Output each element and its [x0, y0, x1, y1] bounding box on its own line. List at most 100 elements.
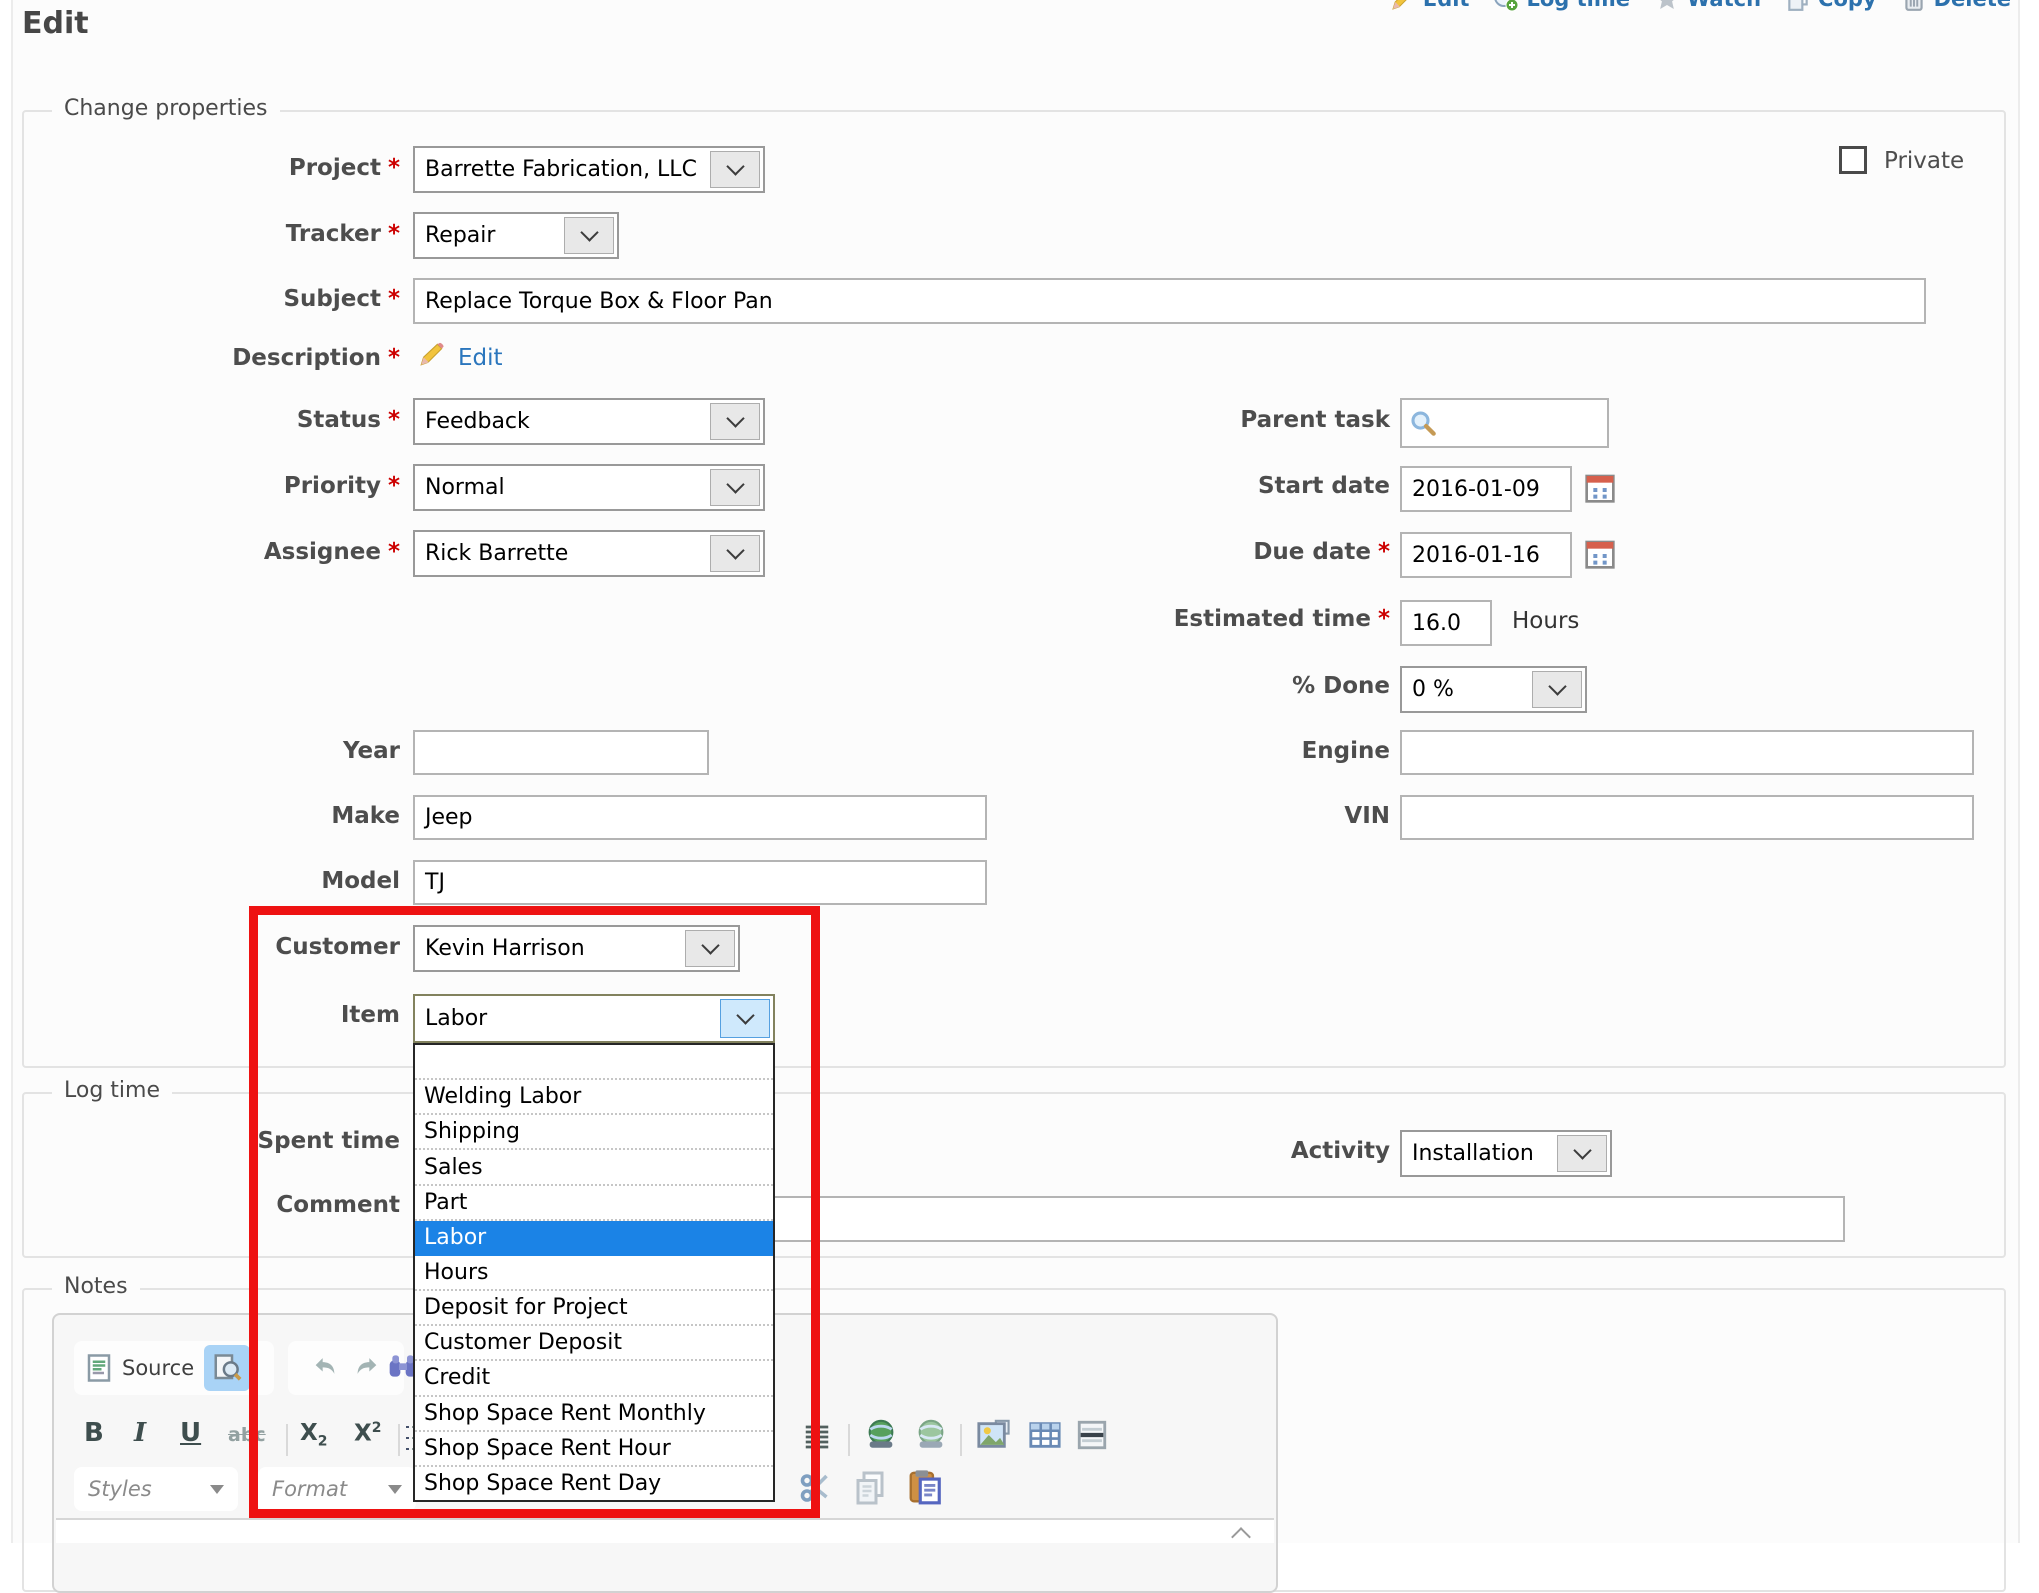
percent-done-select[interactable]: 0 %	[1400, 666, 1587, 713]
dropdown-option[interactable]: Shop Space Rent Hour	[415, 1432, 773, 1467]
insert-table-button[interactable]	[1026, 1418, 1064, 1452]
dropdown-option[interactable]: Customer Deposit	[415, 1326, 773, 1361]
subscript-button[interactable]: X2	[300, 1420, 327, 1450]
start-date-label: Start date	[990, 473, 1390, 499]
context-watch-link[interactable]: Watch	[1654, 0, 1761, 12]
format-dropdown[interactable]: Format	[258, 1467, 416, 1511]
assignee-select[interactable]: Rick Barrette	[413, 530, 765, 577]
context-copy-link[interactable]: Copy	[1785, 0, 1877, 12]
due-date-label: Due date*	[990, 539, 1390, 565]
dropdown-option[interactable]: Credit	[415, 1361, 773, 1396]
dropdown-option-selected[interactable]: Labor	[415, 1221, 773, 1256]
item-label: Item	[0, 1002, 400, 1028]
chevron-down-icon	[210, 1485, 224, 1494]
vin-input[interactable]	[1400, 795, 1974, 840]
italic-button[interactable]: I	[134, 1418, 146, 1448]
scissors-icon	[798, 1470, 834, 1506]
insert-image-button[interactable]	[974, 1418, 1012, 1452]
model-input[interactable]: TJ	[413, 860, 987, 905]
calendar-icon[interactable]	[1584, 538, 1616, 574]
editor-content-area[interactable]	[56, 1520, 1274, 1543]
page-title: Edit	[22, 6, 89, 41]
comment-label: Comment	[0, 1192, 400, 1218]
activity-select[interactable]: Installation	[1400, 1130, 1612, 1177]
model-label: Model	[0, 868, 400, 894]
start-date-input[interactable]: 2016-01-09	[1400, 466, 1572, 512]
subject-input[interactable]: Replace Torque Box & Floor Pan	[413, 278, 1926, 324]
context-delete-link[interactable]: Delete	[1901, 0, 2011, 12]
table-icon	[1026, 1418, 1064, 1452]
calendar-icon[interactable]	[1584, 472, 1616, 508]
context-toolbar: Edit Log time Watch Copy Delete	[1390, 0, 2011, 12]
image-icon	[974, 1418, 1012, 1452]
undo-icon	[309, 1354, 341, 1382]
assignee-label: Assignee*	[0, 539, 400, 565]
dropdown-option[interactable]: Shop Space Rent Monthly	[415, 1397, 773, 1432]
paste-button[interactable]	[906, 1468, 944, 1506]
copy-pages-icon	[852, 1470, 888, 1506]
status-label: Status*	[0, 407, 400, 433]
justify-block-button[interactable]	[800, 1422, 834, 1452]
spent-time-label: Spent time	[0, 1128, 400, 1154]
horizontal-rule-button[interactable]	[1074, 1418, 1110, 1452]
customer-label: Customer	[0, 934, 400, 960]
estimated-time-input[interactable]: 16.0	[1400, 600, 1492, 646]
chevron-down-icon	[564, 217, 614, 254]
chevron-down-icon	[1557, 1135, 1607, 1172]
dropdown-option[interactable]: Shipping	[415, 1115, 773, 1150]
parent-task-input[interactable]	[1400, 398, 1609, 448]
project-select[interactable]: Barrette Fabrication, LLC	[413, 146, 765, 193]
year-input[interactable]	[413, 730, 709, 775]
bold-button[interactable]: B	[84, 1418, 104, 1448]
engine-label: Engine	[990, 738, 1390, 764]
search-icon	[1408, 408, 1438, 438]
dropdown-option[interactable]: Deposit for Project	[415, 1291, 773, 1326]
estimated-time-suffix: Hours	[1512, 608, 1579, 634]
activity-label: Activity	[990, 1138, 1390, 1164]
due-date-input[interactable]: 2016-01-16	[1400, 532, 1572, 578]
cut-button[interactable]	[798, 1470, 834, 1506]
undo-button[interactable]	[309, 1354, 341, 1382]
context-edit-link[interactable]: Edit	[1390, 0, 1470, 12]
editor-source-group: Source	[74, 1341, 274, 1395]
strikethrough-button[interactable]: abc	[228, 1424, 266, 1446]
description-edit-link[interactable]: Edit	[458, 345, 503, 371]
priority-label: Priority*	[0, 473, 400, 499]
unlink-button[interactable]	[912, 1418, 950, 1452]
superscript-button[interactable]: X2	[354, 1420, 381, 1447]
link-globe-icon	[862, 1418, 900, 1452]
chevron-down-icon	[1532, 671, 1582, 708]
unlink-globe-icon	[912, 1418, 950, 1452]
link-button[interactable]	[862, 1418, 900, 1452]
context-log-time-link[interactable]: Log time	[1493, 0, 1630, 12]
chevron-down-icon	[710, 151, 760, 188]
customer-select[interactable]: Kevin Harrison	[413, 925, 740, 972]
redo-button[interactable]	[351, 1354, 383, 1382]
item-select[interactable]: Labor	[413, 994, 775, 1043]
dropdown-option[interactable]: Sales	[415, 1150, 773, 1185]
change-properties-legend: Change properties	[52, 96, 280, 121]
priority-select[interactable]: Normal	[413, 464, 765, 511]
chevron-down-icon	[388, 1485, 402, 1494]
copy-button[interactable]	[852, 1470, 888, 1506]
dropdown-option[interactable]	[415, 1045, 773, 1080]
dropdown-option[interactable]: Hours	[415, 1256, 773, 1291]
private-checkbox[interactable]	[1839, 146, 1867, 174]
tracker-select[interactable]: Repair	[413, 212, 619, 259]
dropdown-option[interactable]: Welding Labor	[415, 1080, 773, 1115]
log-time-legend: Log time	[52, 1078, 172, 1103]
make-input[interactable]: Jeep	[413, 795, 987, 840]
underline-button[interactable]: U	[180, 1418, 201, 1448]
notes-legend: Notes	[52, 1274, 140, 1299]
trash-icon	[1901, 0, 1927, 12]
justify-block-icon	[800, 1422, 834, 1452]
preview-button[interactable]	[204, 1345, 250, 1391]
styles-dropdown[interactable]: Styles	[74, 1467, 238, 1511]
source-button[interactable]: Source	[84, 1353, 194, 1383]
engine-input[interactable]	[1400, 730, 1974, 775]
dropdown-option[interactable]: Part	[415, 1186, 773, 1221]
estimated-time-label: Estimated time*	[990, 606, 1390, 632]
status-select[interactable]: Feedback	[413, 398, 765, 445]
dropdown-option[interactable]: Shop Space Rent Day	[415, 1467, 773, 1500]
percent-done-label: % Done	[990, 673, 1390, 699]
